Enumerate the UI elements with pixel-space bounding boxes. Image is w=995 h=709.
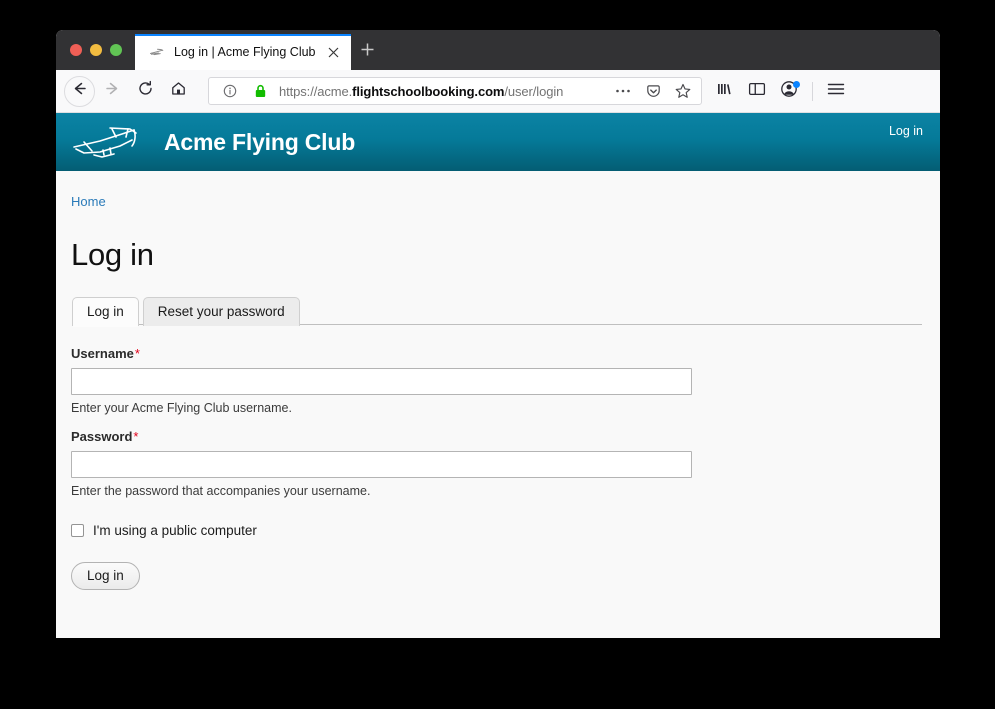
url-bar[interactable]: https://acme.flightschoolbooking.com/use… <box>208 77 702 105</box>
browser-tab-strip: Log in | Acme Flying Club <box>56 30 940 70</box>
browser-nav-toolbar: https://acme.flightschoolbooking.com/use… <box>56 70 940 113</box>
close-icon[interactable] <box>325 43 343 61</box>
browser-toolbar-right <box>710 76 851 106</box>
username-input[interactable] <box>71 368 692 395</box>
password-field-group: Password* Enter the password that accomp… <box>71 429 922 498</box>
sidebar-button[interactable] <box>742 76 772 106</box>
breadcrumb[interactable]: Home <box>71 194 106 209</box>
account-notification-badge <box>793 81 800 88</box>
url-scheme: https://acme. <box>279 83 353 99</box>
hamburger-menu-icon <box>827 82 845 101</box>
required-marker: * <box>134 346 140 361</box>
window-controls <box>56 30 135 70</box>
site-title: Acme Flying Club <box>164 128 356 155</box>
airplane-icon <box>149 44 165 60</box>
padlock-icon[interactable] <box>249 80 271 102</box>
password-label: Password* <box>71 429 922 444</box>
page-tabs: Log in Reset your password <box>72 297 922 327</box>
log-in-submit-button[interactable]: Log in <box>71 562 140 590</box>
tab-reset-your-password[interactable]: Reset your password <box>142 297 300 326</box>
star-icon[interactable] <box>672 80 694 102</box>
browser-tab-active[interactable]: Log in | Acme Flying Club <box>135 34 351 70</box>
password-label-text: Password <box>71 429 133 444</box>
pocket-icon[interactable] <box>642 80 664 102</box>
ellipsis-icon[interactable] <box>612 80 634 102</box>
back-arrow-icon <box>71 80 88 102</box>
app-menu-button[interactable] <box>821 76 851 106</box>
info-circle-icon[interactable] <box>219 80 241 102</box>
site-header: Acme Flying Club Log in <box>56 113 940 171</box>
library-button[interactable] <box>710 76 740 106</box>
browser-window: Log in | Acme Flying Club https://acme.f… <box>56 30 940 638</box>
url-host: flightschoolbooking.com <box>352 83 505 99</box>
tab-log-in[interactable]: Log in <box>72 297 139 327</box>
password-help-text: Enter the password that accompanies your… <box>71 484 371 498</box>
username-field-group: Username* Enter your Acme Flying Club us… <box>71 346 922 415</box>
reload-icon <box>137 80 154 102</box>
toolbar-divider <box>812 81 813 101</box>
login-form: Username* Enter your Acme Flying Club us… <box>71 325 922 590</box>
close-window-button[interactable] <box>70 44 82 56</box>
public-computer-row[interactable]: I'm using a public computer <box>71 523 922 538</box>
required-marker: * <box>133 429 139 444</box>
plus-icon <box>360 42 375 62</box>
username-help-text: Enter your Acme Flying Club username. <box>71 401 292 415</box>
maximize-window-button[interactable] <box>110 44 122 56</box>
username-label: Username* <box>71 346 922 361</box>
airplane-logo-icon[interactable] <box>70 119 150 165</box>
public-computer-checkbox[interactable] <box>71 524 84 537</box>
url-text[interactable]: https://acme.flightschoolbooking.com/use… <box>279 84 604 99</box>
home-icon <box>170 80 187 102</box>
home-button[interactable] <box>163 76 194 107</box>
password-input[interactable] <box>71 451 692 478</box>
reload-button[interactable] <box>130 76 161 107</box>
library-icon <box>716 81 734 102</box>
header-login-link[interactable]: Log in <box>889 124 923 138</box>
page-content: Home Log in Log in Reset your password U… <box>56 171 940 590</box>
sidebar-icon <box>748 81 766 102</box>
browser-tab-title: Log in | Acme Flying Club <box>174 45 316 59</box>
minimize-window-button[interactable] <box>90 44 102 56</box>
url-path: /user/login <box>504 83 564 99</box>
back-button[interactable] <box>64 75 95 107</box>
public-computer-label: I'm using a public computer <box>93 523 257 538</box>
forward-button[interactable] <box>97 76 128 107</box>
username-label-text: Username <box>71 346 134 361</box>
forward-arrow-icon <box>104 80 121 102</box>
new-tab-button[interactable] <box>351 34 385 70</box>
page-viewport: Acme Flying Club Log in Home Log in Log … <box>56 113 940 638</box>
account-button[interactable] <box>774 76 804 106</box>
page-title: Log in <box>71 237 154 272</box>
